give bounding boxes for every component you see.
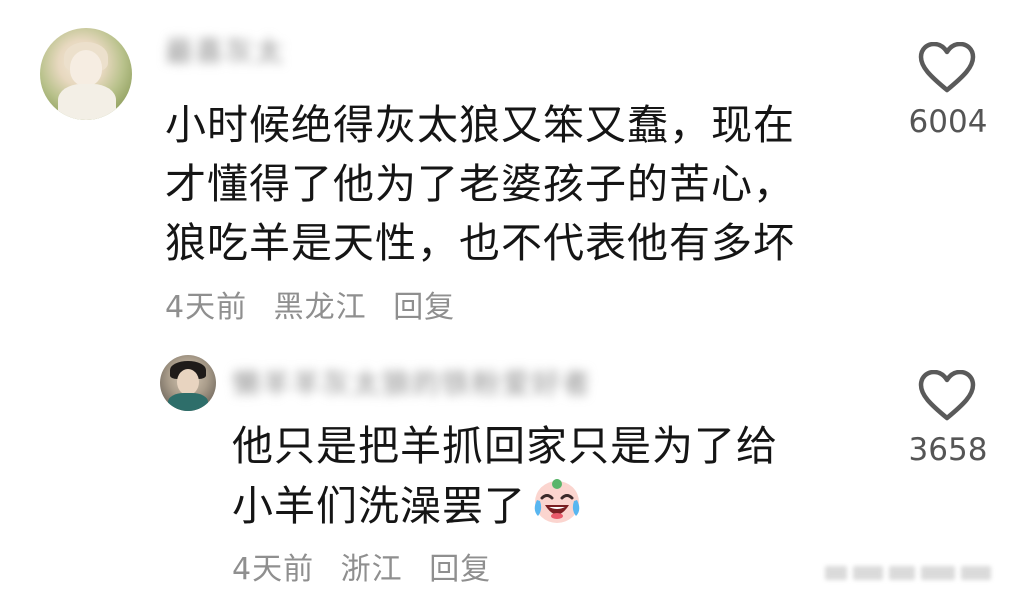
heart-outline-icon [918,41,976,93]
comment-line: 小时候绝得灰太狼又笨又蠢，现在 [165,101,795,149]
crying-laugh-face-icon [532,476,582,542]
comment-meta: 4天前 浙江 回复 [232,544,507,588]
avatar-dress [58,84,116,120]
avatar-face [70,50,102,86]
comment-text: 小时候绝得灰太狼又笨又蠢，现在 才懂得了他为了老婆孩子的苦心， 狼吃羊是天性，也… [165,96,795,273]
comment-line: 他只是把羊抓回家只是为了给 [232,422,778,470]
comment-line: 小羊们洗澡罢了 [232,476,778,542]
comment-text: 他只是把羊抓回家只是为了给 小羊们洗澡罢了 [232,417,778,542]
avatar[interactable] [160,355,216,411]
avatar-face [177,369,199,395]
like-count: 6004 [908,104,988,140]
comment-line: 狼吃羊是天性，也不代表他有多坏 [165,219,795,267]
comment-time: 4天前 [165,290,248,325]
comment-time: 4天前 [232,552,315,587]
like-button[interactable] [918,41,978,94]
avatar-robe [168,393,208,411]
watermark [825,560,995,586]
comment-line: 才懂得了他为了老婆孩子的苦心， [165,160,795,208]
comment-location: 浙江 [340,552,403,587]
username[interactable]: 最喜灰太 [165,30,285,70]
reply-button[interactable]: 回复 [429,552,491,587]
like-button[interactable] [918,369,978,422]
like-count: 3658 [908,432,988,468]
reply-button[interactable]: 回复 [393,290,455,325]
heart-outline-icon [918,369,976,421]
comment-line-text: 小羊们洗澡罢了 [232,482,526,530]
comment-meta: 4天前 黑龙江 回复 [165,282,471,326]
avatar[interactable] [40,28,132,120]
comment-location: 黑龙江 [273,290,367,325]
username[interactable]: 懒羊羊灰太狼的铁粉爱好者 [232,362,592,402]
